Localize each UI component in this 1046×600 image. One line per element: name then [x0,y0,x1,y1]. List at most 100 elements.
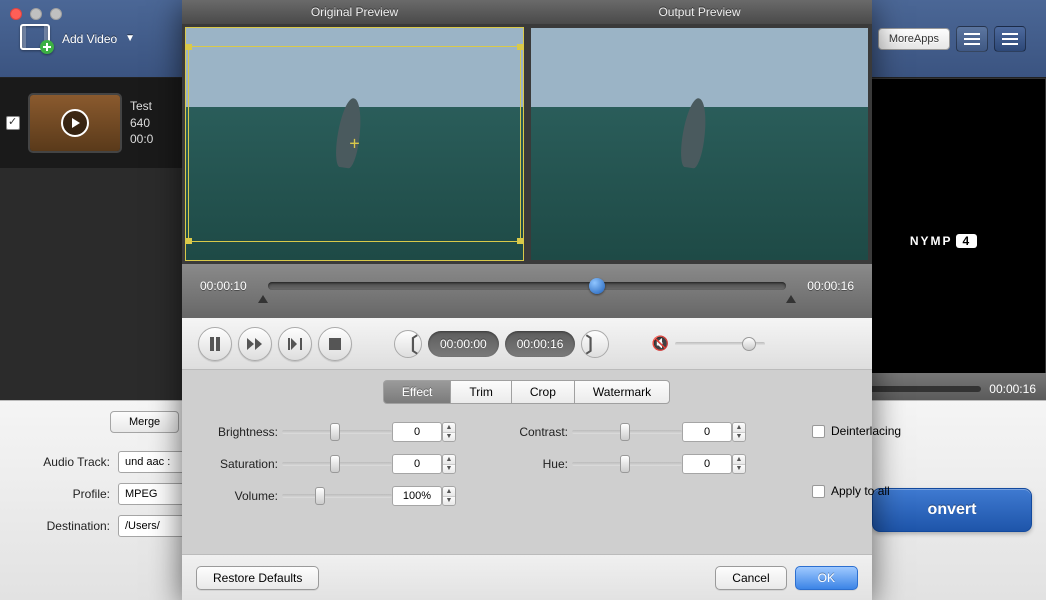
hue-label: Hue: [502,457,572,471]
cancel-button[interactable]: Cancel [715,566,786,590]
restore-defaults-button[interactable]: Restore Defaults [196,566,319,590]
playback-controls: 〔 00:00:00 00:00:16 〕 🔇 [182,318,872,370]
brightness-input[interactable] [392,422,442,442]
timeline-track[interactable] [268,282,786,290]
crop-handle-tl[interactable] [186,44,192,50]
list-icon [964,33,980,45]
stop-button[interactable] [318,327,352,361]
fast-forward-button[interactable] [238,327,272,361]
brightness-stepper[interactable]: ▲▼ [442,422,456,442]
next-frame-icon [288,338,302,350]
original-preview[interactable]: + [182,24,527,264]
timeline-position: 00:00:10 [200,279,258,293]
clip-in-time: 00:00:00 [428,331,499,357]
hue-input[interactable] [682,454,732,474]
tab-effect[interactable]: Effect [383,380,451,404]
film-plus-icon [20,24,54,54]
trim-in-marker[interactable] [258,295,268,303]
volume-icon: 🔇 [651,335,668,352]
play-overlay-icon [61,109,89,137]
preview-time: 00:00:16 [989,382,1036,396]
volume-slider[interactable] [675,342,765,346]
output-preview [527,24,872,264]
fast-forward-icon [247,338,263,350]
video-checkbox[interactable] [6,116,20,130]
deinterlacing-label: Deinterlacing [831,424,901,438]
crop-handle-tr[interactable] [517,44,523,50]
apply-all-label: Apply to all [831,484,890,498]
ok-button[interactable]: OK [795,566,858,590]
crop-handle-br[interactable] [517,238,523,244]
crop-handle-bl[interactable] [186,238,192,244]
view-grid-button[interactable] [994,26,1026,52]
tab-crop[interactable]: Crop [511,380,575,404]
next-frame-button[interactable] [278,327,312,361]
bracket-left-icon: 〔 [397,329,419,359]
dialog-timeline: 00:00:10 00:00:16 [182,264,872,318]
brand-logo: NYMP4 [910,220,977,252]
add-video-label: Add Video [62,32,117,46]
contrast-slider[interactable] [572,424,682,440]
effect-volume-slider[interactable] [282,488,392,504]
crop-rectangle[interactable]: + [188,46,521,242]
brightness-slider[interactable] [282,424,392,440]
hue-stepper[interactable]: ▲▼ [732,454,746,474]
timeline-playhead[interactable] [589,278,605,294]
pause-button[interactable] [198,327,232,361]
crop-center-icon: + [349,134,360,155]
output-preview-label: Output Preview [527,0,872,24]
video-name: Test [130,98,153,115]
saturation-slider[interactable] [282,456,392,472]
video-dimensions: 640 [130,115,153,132]
contrast-label: Contrast: [502,425,572,439]
video-thumbnail[interactable] [30,95,120,151]
menu-icon [1002,33,1018,45]
brand-number: 4 [956,234,977,248]
original-preview-label: Original Preview [182,0,527,24]
volume-knob[interactable] [742,337,756,351]
merge-button[interactable]: Merge [110,411,179,433]
effect-controls: Brightness: ▲▼ Contrast: ▲▼ Saturation: … [182,404,782,514]
apply-all-checkbox[interactable] [812,485,825,498]
stop-icon [329,338,341,350]
set-out-button[interactable]: 〕 [581,330,609,358]
deinterlacing-row: Deinterlacing [812,424,901,438]
close-window-icon[interactable] [10,8,22,20]
trim-out-marker[interactable] [786,295,796,303]
dialog-header: Original Preview Output Preview [182,0,872,24]
more-apps-button[interactable]: MoreApps [878,28,950,50]
brand-text: NYMP [910,234,953,248]
saturation-input[interactable] [392,454,442,474]
video-content [678,96,710,168]
preview-area: + [182,24,872,264]
zoom-window-icon[interactable] [50,8,62,20]
volume-label: Volume: [198,489,282,503]
effect-volume-input[interactable] [392,486,442,506]
contrast-stepper[interactable]: ▲▼ [732,422,746,442]
set-in-button[interactable]: 〔 [394,330,422,358]
timeline-duration: 00:00:16 [796,279,854,293]
brightness-label: Brightness: [198,425,282,439]
dropdown-caret-icon: ▼ [125,33,135,44]
contrast-input[interactable] [682,422,732,442]
effect-volume-stepper[interactable]: ▲▼ [442,486,456,506]
video-metadata: Test 640 00:0 [130,98,153,148]
edit-dialog: Original Preview Output Preview + [182,0,872,600]
audio-track-label: Audio Track: [20,455,110,469]
tab-trim[interactable]: Trim [450,380,512,404]
effect-tabs: Effect Trim Crop Watermark [182,380,872,404]
video-duration: 00:0 [130,131,153,148]
destination-label: Destination: [20,519,110,533]
add-video-button[interactable]: Add Video ▼ [20,24,135,54]
view-list-button[interactable] [956,26,988,52]
apply-all-row: Apply to all [812,484,901,498]
mac-traffic-lights [10,8,62,20]
clip-out-time: 00:00:16 [505,331,576,357]
bracket-right-icon: 〕 [584,329,606,359]
deinterlacing-checkbox[interactable] [812,425,825,438]
saturation-stepper[interactable]: ▲▼ [442,454,456,474]
tab-watermark[interactable]: Watermark [574,380,670,404]
hue-slider[interactable] [572,456,682,472]
profile-label: Profile: [20,487,110,501]
minimize-window-icon[interactable] [30,8,42,20]
